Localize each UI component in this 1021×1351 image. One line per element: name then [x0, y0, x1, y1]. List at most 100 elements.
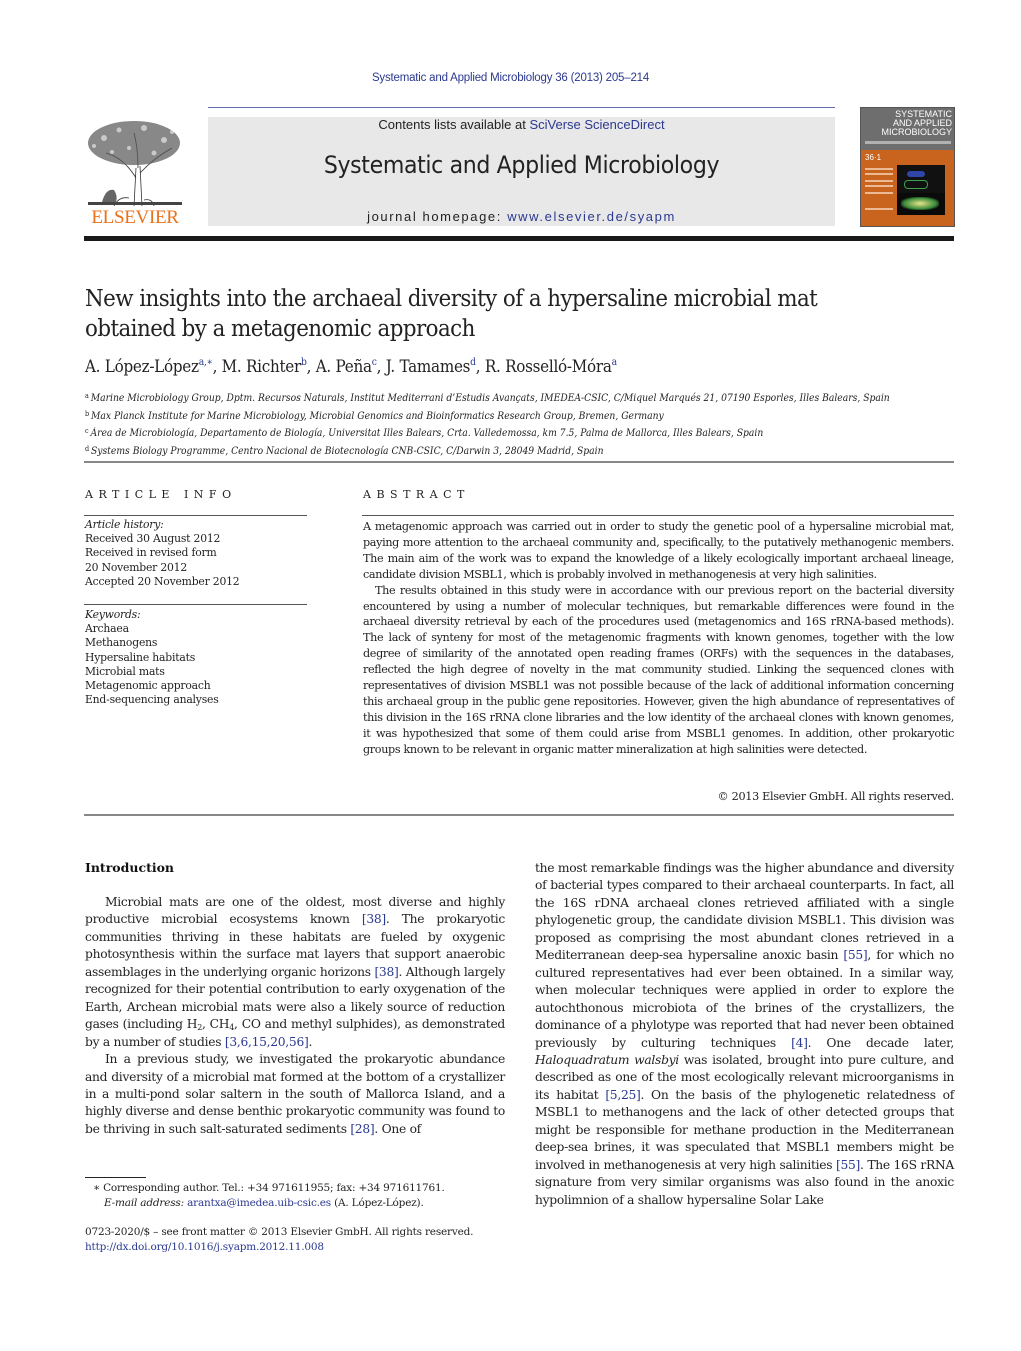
affiliation-item: d Systems Biology Programme, Centro Nacio… — [85, 442, 895, 460]
keyword-item: Hypersaline habitats — [85, 650, 196, 664]
affiliation-key: a — [85, 392, 89, 400]
body-column-left: Microbial mats are one of the oldest, mo… — [85, 894, 505, 1138]
header-thick-rule — [84, 236, 954, 241]
keyword-item: End-sequencing analyses — [85, 693, 219, 707]
author-affiliation-marker[interactable]: d — [470, 357, 476, 368]
body-column-right: the most remarkable findings was the hig… — [535, 860, 954, 1209]
history-label: Article history: — [85, 518, 164, 531]
contents-availability: Contents lists available at SciVerse Sci… — [208, 117, 835, 132]
email-suffix: (A. López-López). — [330, 1197, 424, 1209]
author-affiliation-marker[interactable]: c — [372, 357, 377, 368]
abstract-copyright: © 2013 Elsevier GmbH. All rights reserve… — [717, 790, 955, 803]
keywords-label: Keywords: — [85, 608, 141, 621]
journal-homepage: journal homepage: www.elsevier.de/syapm — [208, 209, 835, 224]
citation-link[interactable]: [38] — [362, 912, 386, 926]
cover-cell-image — [904, 180, 928, 189]
cover-cell-image — [907, 171, 925, 177]
abstract-body: A metagenomic approach was carried out i… — [363, 519, 954, 758]
journal-citation-link[interactable]: Systematic and Applied Microbiology 36 (… — [0, 72, 1021, 84]
abstract-paragraph: The results obtained in this study were … — [363, 583, 954, 756]
affiliations: a Marine Microbiology Group, Dptm. Recurs… — [85, 389, 965, 459]
keyword-item: Archaea — [85, 622, 129, 636]
corresponding-author-footnote: ∗ Corresponding author. Tel.: +34 971611… — [93, 1181, 513, 1211]
article-title: New insights into the archaeal diversity… — [85, 286, 818, 342]
journal-cover-thumbnail[interactable]: SYSTEMATIC AND APPLIED MICROBIOLOGY 36·1 — [860, 107, 955, 227]
cover-volume: 36·1 — [865, 153, 882, 162]
affiliation-key: b — [85, 409, 90, 418]
affiliation-text: Max Planck Institute for Marine Microbio… — [90, 410, 664, 422]
keyword-item: Metagenomic approach — [85, 679, 211, 693]
history-item: Received 30 August 2012 — [85, 532, 221, 546]
body-text: In a previous study, we investigated the… — [85, 1052, 505, 1136]
article-history: Article history: Received 30 August 2012… — [85, 518, 307, 589]
author-affiliation-marker[interactable]: b — [301, 357, 307, 368]
cover-title-line: MICROBIOLOGY — [881, 127, 952, 137]
citation-link[interactable]: [55] — [843, 948, 867, 962]
abstract-paragraph: A metagenomic approach was carried out i… — [363, 520, 954, 581]
doi-link[interactable]: http://dx.doi.org/10.1016/j.syapm.2012.1… — [85, 1240, 505, 1255]
cover-subtitle-bar — [865, 141, 951, 144]
body-text: . One of — [374, 1121, 421, 1136]
journal-title: Systematic and Applied Microbiology — [323, 151, 720, 179]
citation-link[interactable]: [5,25] — [605, 1088, 640, 1102]
elsevier-wordmark[interactable]: ELSEVIER — [84, 207, 186, 229]
email-line: E-mail address: arantxa@imedea.uib-csic.… — [93, 1196, 513, 1211]
history-item: Received in revised form — [85, 546, 217, 560]
author-affiliation-marker[interactable]: a,∗ — [199, 357, 213, 368]
email-link[interactable]: arantxa@imedea.uib-csic.es — [187, 1197, 331, 1209]
abstract-heading: ABSTRACT — [363, 488, 470, 501]
citation-link[interactable]: [3,6,15,20,56] — [225, 1035, 309, 1049]
body-paragraph: the most remarkable findings was the hig… — [535, 860, 954, 1209]
citation-link[interactable]: [4] — [791, 1036, 808, 1050]
keyword-item: Methanogens — [85, 636, 158, 650]
section-divider — [84, 461, 954, 463]
cover-text-line — [865, 185, 893, 187]
section-divider — [84, 604, 307, 605]
affiliation-key: c — [85, 427, 89, 435]
affiliation-key: d — [85, 444, 90, 453]
author-name: A. Peña — [315, 357, 372, 376]
affiliation-item: b Max Planck Institute for Marine Microbi… — [85, 407, 895, 425]
citation-link[interactable]: [38] — [374, 965, 398, 979]
history-item: 20 November 2012 — [85, 560, 188, 574]
cover-text-line — [865, 173, 893, 175]
body-text: . — [308, 1034, 313, 1049]
introduction-heading: Introduction — [85, 860, 175, 875]
affiliation-text: Área de Microbiología, Departamento de B… — [90, 428, 764, 439]
keywords: Keywords: Archaea Methanogens Hypersalin… — [85, 608, 307, 707]
homepage-link[interactable]: www.elsevier.de/syapm — [507, 209, 676, 224]
author-name: M. Richter — [221, 357, 302, 376]
keyword-item: Microbial mats — [85, 664, 165, 678]
cover-title: SYSTEMATIC AND APPLIED MICROBIOLOGY — [863, 110, 952, 137]
section-divider — [84, 814, 954, 816]
email-label: E-mail address: — [104, 1197, 188, 1209]
cover-text-line — [865, 192, 893, 194]
sciencedirect-link[interactable]: SciVerse ScienceDirect — [529, 117, 664, 132]
section-divider — [362, 515, 954, 516]
affiliation-item: c Área de Microbiología, Departamento de … — [85, 424, 895, 442]
affiliation-text: Systems Biology Programme, Centro Nacion… — [90, 445, 604, 457]
author-name: J. Tamames — [385, 357, 471, 376]
cover-text-line — [865, 208, 893, 210]
front-matter: 0723-2020/$ – see front matter © 2013 El… — [85, 1225, 505, 1255]
cover-cell-image — [901, 197, 939, 210]
cover-text-line — [865, 180, 893, 182]
history-item: Accepted 20 November 2012 — [85, 574, 240, 588]
header-rule — [208, 107, 835, 108]
citation-link[interactable]: [28] — [350, 1122, 374, 1136]
author-affiliation-marker[interactable]: a — [612, 357, 617, 368]
body-paragraph: In a previous study, we investigated the… — [85, 1051, 505, 1138]
species-name: Haloquadratum walsbyi — [535, 1052, 679, 1067]
homepage-prefix: journal homepage: — [367, 209, 508, 224]
corresponding-author-line: ∗ Corresponding author. Tel.: +34 971611… — [93, 1182, 445, 1194]
section-divider — [84, 515, 307, 516]
article-info-heading: ARTICLE INFO — [85, 488, 237, 501]
author-name: A. López-López — [85, 357, 199, 376]
cover-text-line — [865, 168, 893, 170]
author-name: R. Rosselló-Móra — [484, 357, 612, 376]
citation-link[interactable]: [55] — [836, 1158, 860, 1172]
contents-prefix: Contents lists available at — [378, 117, 530, 132]
body-text: , for which no cultured representatives … — [535, 948, 954, 1050]
affiliation-text: Marine Microbiology Group, Dptm. Recurso… — [90, 393, 890, 404]
affiliation-item: a Marine Microbiology Group, Dptm. Recurs… — [85, 389, 895, 407]
